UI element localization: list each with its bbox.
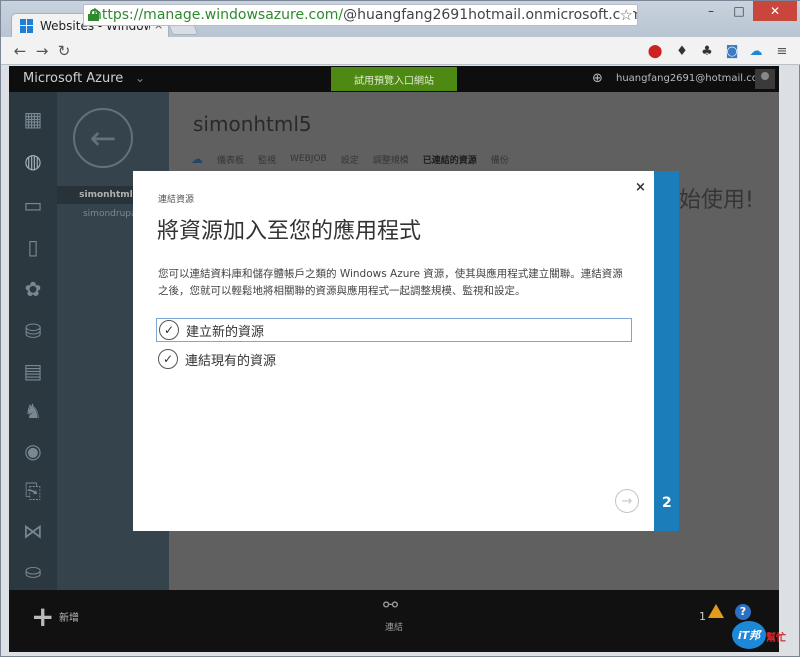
command-bar: + 新增 ⚯ 連結 1 ? <box>9 590 779 652</box>
forward-icon[interactable]: → <box>31 42 53 60</box>
warning-icon[interactable] <box>708 604 724 618</box>
option-label: 建立新的資源 <box>186 324 265 340</box>
bookmark-star-icon[interactable]: ☆ <box>619 6 633 24</box>
reload-icon[interactable]: ↻ <box>53 42 75 60</box>
url-path: @huangfang2691hotmail.onmicrosoft.com#Wo… <box>343 7 637 23</box>
minimize-button[interactable]: – <box>697 1 725 21</box>
pin-icon[interactable]: ⬤ <box>646 42 664 60</box>
next-arrow-icon[interactable]: → <box>615 489 639 513</box>
portal-top-nav: Microsoft Azure ⌄ 試用預覽入口網站 ⊕ huangfang26… <box>9 66 779 92</box>
notification-count[interactable]: 1 <box>699 610 706 623</box>
ithome-logo: iT邦 <box>732 621 766 649</box>
link-label[interactable]: 連結 <box>385 620 403 633</box>
add-icon[interactable]: + <box>31 600 54 633</box>
check-circle-icon: ✓ <box>159 320 179 340</box>
cloud-icon[interactable]: ☁ <box>747 42 765 60</box>
chevron-down-icon[interactable]: ⌄ <box>135 71 145 85</box>
dialog-title: 將資源加入至您的應用程式 <box>157 219 422 244</box>
close-icon[interactable]: × <box>635 180 646 195</box>
wizard-step-number: 2 <box>662 495 672 511</box>
window-controls: – □ ✕ <box>697 1 797 21</box>
dialog-description: 您可以連結資料庫和儲存體帳戶之類的 Windows Azure 資源，使其與應用… <box>158 268 623 297</box>
back-icon[interactable]: ← <box>9 42 31 60</box>
option-create-new[interactable]: ✓ 建立新的資源 <box>156 318 632 342</box>
watermark-text: 幫忙 <box>766 633 786 644</box>
menu-icon[interactable]: ≡ <box>773 42 791 60</box>
help-icon[interactable]: ? <box>735 604 751 620</box>
evernote-icon[interactable]: ♣ <box>698 42 716 60</box>
wizard-step-bar <box>654 171 679 531</box>
windows-logo-icon <box>20 18 34 33</box>
maximize-button[interactable]: □ <box>725 1 753 21</box>
add-label[interactable]: 新增 <box>59 609 79 624</box>
dialog-breadcrumb: 連結資源 <box>158 195 195 205</box>
close-window-button[interactable]: ✕ <box>753 1 797 21</box>
url-host: https://manage.windowsazure.com/ <box>93 7 344 23</box>
bell-icon[interactable]: ♦ <box>673 42 691 60</box>
user-email[interactable]: huangfang2691@hotmail.com <box>616 73 768 84</box>
ithome-watermark: iT邦 幫忙 <box>728 619 796 653</box>
option-link-existing[interactable]: ✓ 連結現有的資源 <box>156 347 632 371</box>
globe-icon[interactable]: ⊕ <box>592 71 603 86</box>
camera-icon[interactable]: ◙ <box>723 42 741 60</box>
address-bar[interactable]: https://manage.windowsazure.com/ @huangf… <box>83 4 638 26</box>
browser-window: Websites - Windows Azure × – □ ✕ ← → ↻ h… <box>0 0 800 657</box>
link-icon[interactable]: ⚯ <box>383 595 398 616</box>
check-circle-icon: ✓ <box>158 349 178 369</box>
option-label: 連結現有的資源 <box>185 353 277 369</box>
brand-label[interactable]: Microsoft Azure <box>23 71 123 86</box>
try-preview-button[interactable]: 試用預覽入口網站 <box>331 67 457 91</box>
avatar[interactable] <box>755 69 775 89</box>
